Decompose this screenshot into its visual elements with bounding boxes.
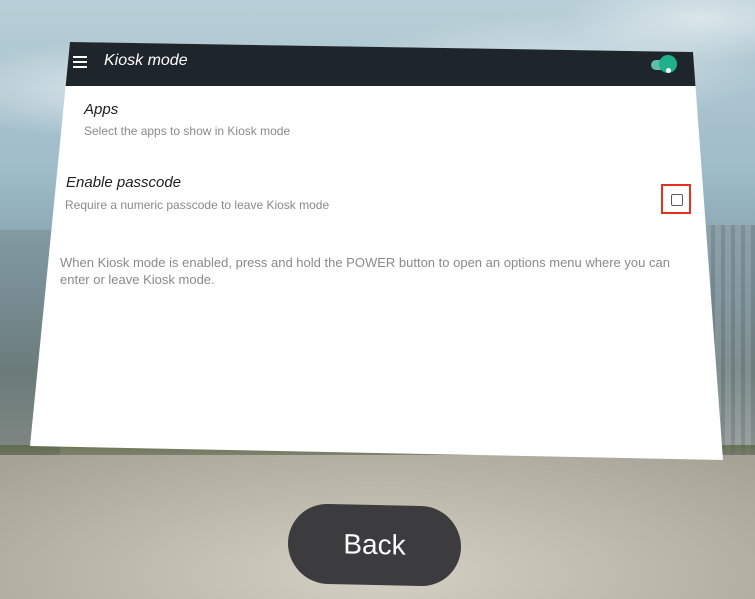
apps-setting-subtitle: Select the apps to show in Kiosk mode: [84, 124, 291, 138]
back-button[interactable]: Back: [288, 503, 461, 587]
kiosk-settings-panel: Kiosk mode Apps Select the apps to show …: [30, 42, 723, 460]
page-title: Kiosk mode: [104, 52, 188, 69]
toggle-dot: [666, 68, 671, 73]
passcode-checkbox-highlight[interactable]: [661, 184, 691, 214]
passcode-checkbox[interactable]: [671, 194, 683, 206]
back-button-label: Back: [343, 528, 406, 561]
hamburger-menu-icon[interactable]: [73, 56, 87, 68]
kiosk-info-text: When Kiosk mode is enabled, press and ho…: [60, 255, 670, 287]
apps-setting-title[interactable]: Apps: [84, 101, 118, 118]
passcode-setting-title[interactable]: Enable passcode: [66, 174, 181, 191]
kiosk-mode-toggle[interactable]: [651, 55, 677, 73]
passcode-setting-subtitle: Require a numeric passcode to leave Kios…: [65, 198, 330, 212]
